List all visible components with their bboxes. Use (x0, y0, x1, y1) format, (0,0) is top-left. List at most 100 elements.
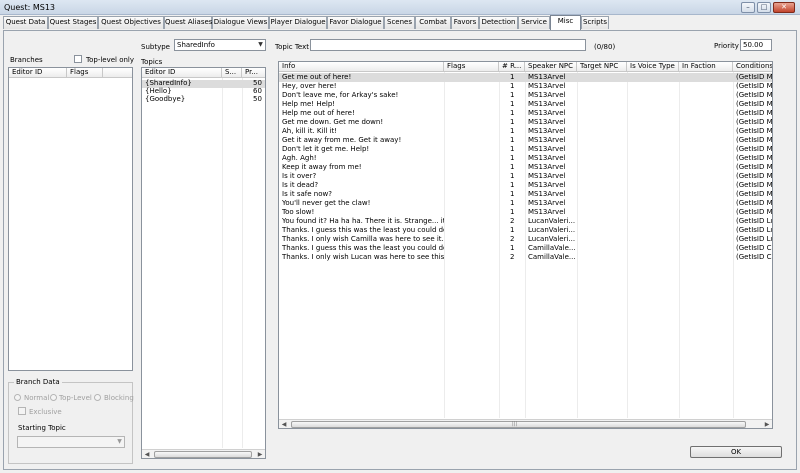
subtype-combo[interactable]: SharedInfo ▼ (174, 39, 266, 51)
info-responses: 1 (510, 163, 515, 171)
info-col-flags[interactable]: Flags (444, 62, 499, 72)
info-text: You'll never get the claw! (282, 199, 371, 207)
branches-list[interactable]: Editor ID Flags (8, 67, 133, 371)
minimize-button[interactable]: – (741, 2, 755, 13)
radio-top-level[interactable] (50, 394, 57, 401)
info-row[interactable]: Don't leave me, for Arkay's sake! 1 MS13Ar… (279, 91, 772, 100)
info-responses: 1 (510, 172, 515, 180)
info-conditions: (GetIsID Lu... (736, 235, 772, 243)
info-conditions: (GetIsID Ca... (736, 244, 772, 252)
info-row[interactable]: Thanks. I guess this was the least you c… (279, 226, 772, 235)
tab-dialogue-views[interactable]: Dialogue Views (212, 16, 269, 29)
info-row[interactable]: You'll never get the claw! 1 MS13Arvel (Get… (279, 199, 772, 208)
info-speaker-npc: MS13Arvel (528, 163, 566, 171)
topics-hscrollbar[interactable]: ◀ ▶ (142, 449, 265, 458)
scroll-thumb[interactable]: ||| (291, 421, 746, 428)
info-speaker-npc: MS13Arvel (528, 127, 566, 135)
scroll-right-icon[interactable]: ▶ (255, 450, 265, 458)
scroll-left-icon[interactable]: ◀ (279, 420, 289, 428)
radio-top-level-label: Top-Level (59, 394, 92, 402)
info-row[interactable]: Hey, over here! 1 MS13Arvel (GetIsID M... (279, 82, 772, 91)
info-row[interactable]: Ah, kill it. Kill it! 1 MS13Arvel (GetIsID … (279, 127, 772, 136)
info-responses: 1 (510, 145, 515, 153)
tab-quest-stages[interactable]: Quest Stages (48, 16, 98, 29)
info-responses: 1 (510, 91, 515, 99)
topics-col-s[interactable]: S... (222, 68, 242, 78)
info-row[interactable]: Is it safe now? 1 MS13Arvel (GetIsID M... (279, 190, 772, 199)
info-responses: 1 (510, 190, 515, 198)
topics-label: Topics (141, 58, 163, 66)
info-row[interactable]: You found it? Ha ha ha. There it is. Str… (279, 217, 772, 226)
info-row[interactable]: Don't let it get me. Help! 1 MS13Arvel (Get… (279, 145, 772, 154)
info-row[interactable]: Help me out of here! 1 MS13Arvel (GetIsID M… (279, 109, 772, 118)
tab-player-dialogue[interactable]: Player Dialogue (269, 16, 327, 29)
info-row[interactable]: Get it away from me. Get it away! 1 MS13Ar… (279, 136, 772, 145)
radio-blocking[interactable] (94, 394, 101, 401)
info-text: Don't let it get me. Help! (282, 145, 370, 153)
info-row[interactable]: Thanks. I only wish Lucan was here to se… (279, 253, 772, 262)
topic-row[interactable]: {Goodbye} 50 (142, 95, 265, 104)
tab-quest-aliases[interactable]: Quest Aliases (164, 16, 212, 29)
scroll-right-icon[interactable]: ▶ (762, 420, 772, 428)
info-list[interactable]: Info Flags # R... Speaker NPC Target NPC Is V… (278, 61, 773, 429)
info-text: Is it over? (282, 172, 317, 180)
tab-favor-dialogue[interactable]: Favor Dialogue (327, 16, 384, 29)
maximize-button[interactable]: □ (757, 2, 771, 13)
topics-col-pr[interactable]: Pr... (242, 68, 265, 78)
info-row[interactable]: Get me out of here! 1 MS13Arvel (GetIsID M.… (279, 73, 772, 82)
tab-quest-objectives[interactable]: Quest Objectives (98, 16, 164, 29)
scroll-thumb[interactable] (154, 451, 252, 458)
branches-col-flags[interactable]: Flags (67, 68, 103, 78)
info-row[interactable]: Is it over? 1 MS13Arvel (GetIsID M... (279, 172, 772, 181)
close-button[interactable]: ✕ (773, 2, 795, 13)
ok-button[interactable]: OK (690, 446, 782, 458)
starting-topic-combo[interactable]: ▼ (17, 436, 125, 448)
info-col-conditions[interactable]: Conditions (733, 62, 772, 72)
info-speaker-npc: LucanValeri... (528, 217, 576, 225)
info-row[interactable]: Thanks. I guess this was the least you c… (279, 244, 772, 253)
topics-col-editor-id[interactable]: Editor ID (142, 68, 222, 78)
info-text: Get me out of here! (282, 73, 352, 81)
radio-normal[interactable] (14, 394, 21, 401)
priority-input[interactable]: 50.00 (740, 39, 772, 51)
exclusive-checkbox[interactable] (18, 407, 26, 415)
info-speaker-npc: MS13Arvel (528, 118, 566, 126)
tab-scripts[interactable]: Scripts (581, 16, 609, 29)
info-speaker-npc: MS13Arvel (528, 109, 566, 117)
tab-favors[interactable]: Favors (451, 16, 479, 29)
info-conditions: (GetIsID Lu... (736, 217, 772, 225)
topic-text-input[interactable] (310, 39, 586, 51)
scroll-left-icon[interactable]: ◀ (142, 450, 152, 458)
info-responses: 1 (510, 154, 515, 162)
tab-quest-data[interactable]: Quest Data (3, 16, 48, 29)
info-text: Thanks. I guess this was the least you c… (282, 226, 444, 234)
info-row[interactable]: Help me! Help! 1 MS13Arvel (GetIsID M... (279, 100, 772, 109)
info-responses: 1 (510, 73, 515, 81)
info-col-speaker-npc[interactable]: Speaker NPC (525, 62, 577, 72)
info-row[interactable]: Too slow! 1 MS13Arvel (GetIsID M... (279, 208, 772, 217)
info-conditions: (GetIsID M... (736, 127, 773, 135)
tab-detection[interactable]: Detection (479, 16, 518, 29)
topics-list[interactable]: Editor ID S... Pr... {SharedInfo} 50 {Hell… (141, 67, 266, 459)
tab-misc[interactable]: Misc (550, 15, 581, 30)
info-row[interactable]: Is it dead? 1 MS13Arvel (GetIsID M... (279, 181, 772, 190)
exclusive-label: Exclusive (29, 408, 62, 416)
toplevel-only-checkbox[interactable] (74, 55, 82, 63)
info-row[interactable]: Get me down. Get me down! 1 MS13Arvel (GetI… (279, 118, 772, 127)
info-col-is-voice-type[interactable]: Is Voice Type (627, 62, 679, 72)
info-row[interactable]: Keep it away from me! 1 MS13Arvel (GetIsID … (279, 163, 772, 172)
tab-service[interactable]: Service (518, 16, 550, 29)
info-row[interactable]: Agh. Agh! 1 MS13Arvel (GetIsID M... (279, 154, 772, 163)
info-col-info[interactable]: Info (279, 62, 444, 72)
info-col-target-npc[interactable]: Target NPC (577, 62, 627, 72)
tab-combat[interactable]: Combat (415, 16, 451, 29)
branches-col-editor-id[interactable]: Editor ID (9, 68, 67, 78)
info-col-in-faction[interactable]: In Faction (679, 62, 733, 72)
info-col-responses[interactable]: # R... (499, 62, 525, 72)
info-row[interactable]: Thanks. I only wish Camilla was here to … (279, 235, 772, 244)
info-speaker-npc: CamillaVale... (528, 253, 576, 261)
info-hscrollbar[interactable]: ◀ ||| ▶ (279, 419, 772, 428)
chevron-down-icon: ▼ (258, 41, 263, 48)
info-text: Agh. Agh! (282, 154, 317, 162)
tab-scenes[interactable]: Scenes (384, 16, 415, 29)
